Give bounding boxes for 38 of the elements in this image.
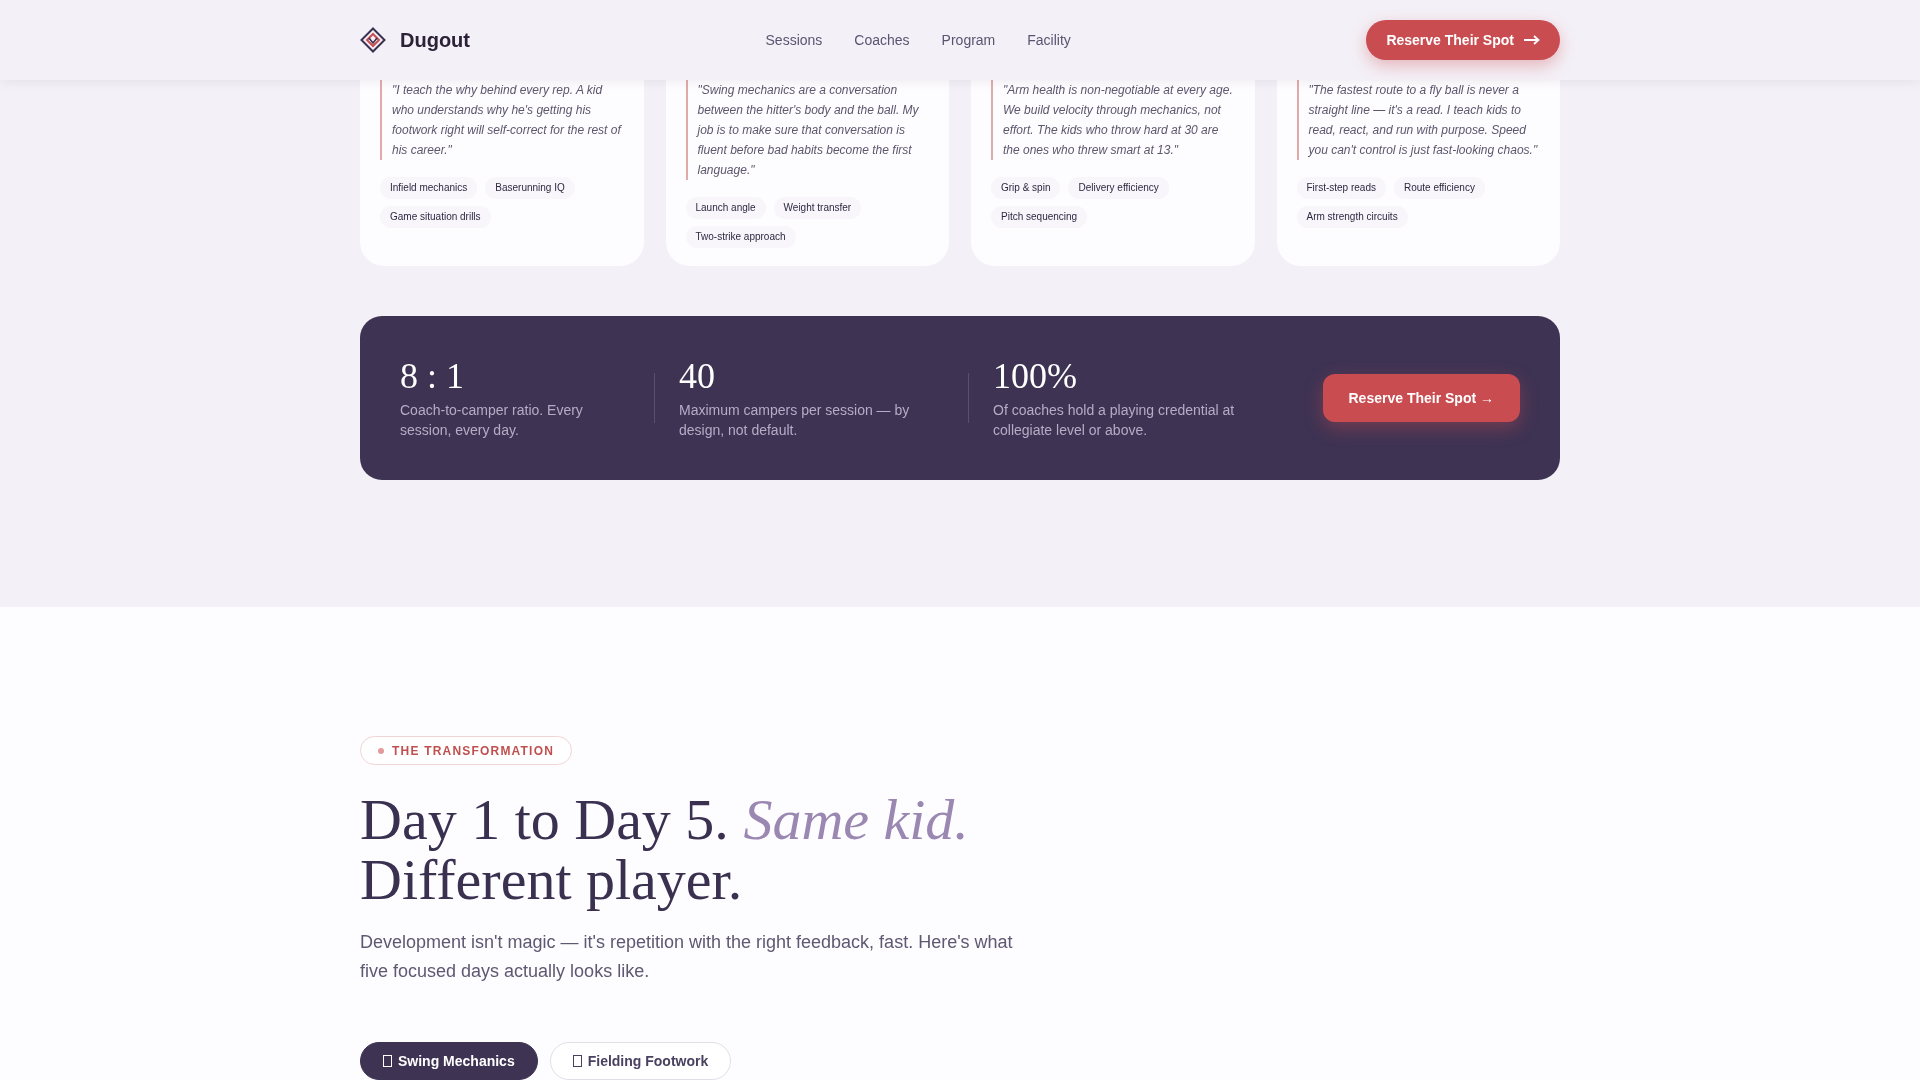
section-intro: Development isn't magic — it's repetition with the right feedback, fast. Here's what five focused days actually looks like.: [360, 931, 1014, 983]
stat-value: 40: [679, 356, 716, 396]
skill-tag: Infield mechanics: [380, 177, 478, 199]
stat-description: Maximum campers per session — by design, not default.: [679, 401, 911, 440]
skill-tag: Game situation drills: [380, 206, 491, 228]
brand-name[interactable]: Dugout: [400, 25, 470, 55]
nav-link[interactable]: Facility: [1027, 29, 1071, 51]
reserve-spot-button[interactable]: Reserve Their Spot: [1366, 20, 1560, 60]
skill-tag: Two-strike approach: [685, 226, 796, 248]
arrow-right-icon: [1524, 35, 1540, 45]
section-heading: Day 1 to Day 5. Same kid. Different player.: [360, 790, 970, 910]
coach-quote: "Swing mechanics are a conversation between the hitter's body and the ball. My job is to make sure that conversation is fluent before bad habits become the first language.": [685, 80, 929, 180]
skill-tag: Baserunning IQ: [485, 177, 575, 199]
skill-tag: Launch angle: [685, 197, 766, 219]
reserve-spot-button[interactable]: Reserve Their Spot →: [1322, 374, 1520, 422]
tab[interactable]: Fielding Footwork: [549, 1042, 732, 1080]
nav-link[interactable]: Coaches: [854, 29, 910, 51]
section-eyebrow: THE TRANSFORMATION: [392, 742, 555, 760]
nav-link[interactable]: Sessions: [765, 29, 823, 51]
nav-link[interactable]: Program: [941, 29, 996, 51]
diamond-logo-icon[interactable]: [360, 27, 386, 53]
stat-value: 8 : 1: [400, 356, 465, 396]
skill-tag: Route efficiency: [1393, 177, 1485, 199]
skill-tag: Weight transfer: [773, 197, 862, 219]
stat-description: Of coaches hold a playing credential at collegiate level or above.: [993, 401, 1236, 440]
tab[interactable]: Swing Mechanics: [360, 1042, 538, 1080]
coach-quote: "Arm health is non-negotiable at every age. We build velocity through mechanics, not effort. The kids who throw hard at 30 are the ones who threw smart at 13.": [991, 80, 1235, 160]
skill-tag: Delivery efficiency: [1068, 177, 1169, 199]
stat-description: Coach-to-camper ratio. Every session, every day.: [400, 401, 584, 440]
square-outline-icon: [572, 1055, 582, 1067]
coach-quote: "The fastest route to a fly ball is never a straight line — it's a read. I teach kids to read, react, and run with purpose. Speed you can't control is just fast-looking chaos.": [1296, 80, 1540, 160]
skill-tag: Pitch sequencing: [991, 206, 1088, 228]
stat-value: 100%: [993, 356, 1078, 396]
skill-tag: Arm strength circuits: [1296, 206, 1408, 228]
square-outline-icon: [383, 1055, 392, 1067]
skill-tag: Grip & spin: [991, 177, 1061, 199]
skill-tag: First-step reads: [1296, 177, 1386, 199]
coach-quote: "I teach the why behind every rep. A kid who understands why he's getting his footwork right will self-correct for the rest of his career.": [380, 80, 624, 160]
